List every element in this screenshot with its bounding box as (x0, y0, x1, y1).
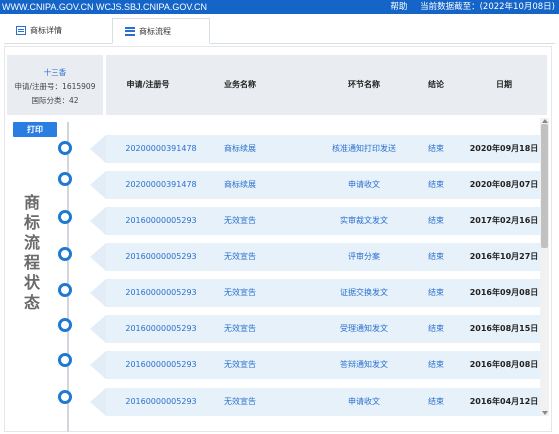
process-row: 20160000005293 无效宣告 证据交换发文 结束 2016年09月08… (0, 277, 540, 309)
row-business: 商标续展 (224, 180, 256, 189)
row-pointer (90, 388, 106, 416)
trademark-name: 十三香 (43, 68, 67, 77)
row-business: 无效宣告 (224, 216, 256, 225)
row-business: 无效宣告 (224, 288, 256, 297)
row-business: 商标续展 (224, 144, 256, 153)
process-card: 20200000391478 商标续展 申请收文 结束 2020年08月07日 (106, 171, 540, 199)
row-pointer (90, 279, 106, 307)
process-card: 20160000005293 无效宣告 证据交换发文 结束 2016年09月08… (106, 279, 540, 307)
row-pointer (90, 243, 106, 271)
row-pointer (90, 315, 106, 343)
scrollbar-thumb[interactable] (541, 124, 548, 248)
row-business: 无效宣告 (224, 397, 256, 406)
process-row: 20200000391478 商标续展 申请收文 结束 2020年08月07日 (0, 169, 540, 201)
header-date: 日期 (496, 80, 512, 89)
timeline-node (58, 318, 72, 332)
process-card: 20160000005293 无效宣告 受理通知发文 结束 2016年08月15… (106, 315, 540, 343)
process-row: 20160000005293 无效宣告 受理通知发文 结束 2016年08月15… (0, 313, 540, 345)
help-link[interactable]: 帮助 (390, 2, 407, 12)
process-card: 20160000005293 无效宣告 申请收文 结束 2016年04月12日 (106, 388, 540, 416)
trademark-summary: 十三香 申请/注册号：1615909 国际分类：42 (7, 55, 103, 115)
process-row: 20160000005293 无效宣告 实审裁文发文 结束 2017年02月16… (0, 205, 540, 237)
process-row: 20200000391478 商标续展 核准通知打印发送 结束 2020年09月… (0, 133, 540, 165)
timeline-node (58, 210, 72, 224)
timeline-node (58, 172, 72, 186)
timeline-node (58, 353, 72, 367)
row-pointer (90, 135, 106, 163)
tab-bar: 商标详情 商标流程 (4, 18, 555, 44)
process-card: 20160000005293 无效宣告 实审裁文发文 结束 2017年02月16… (106, 207, 540, 235)
list-icon (125, 26, 135, 36)
tab-trademark-details[interactable]: 商标详情 (4, 18, 109, 43)
header-business: 业务名称 (224, 80, 256, 89)
header-number: 申请/注册号 (126, 80, 170, 89)
reg-number: 申请/注册号：1615909 (14, 82, 96, 91)
row-pointer (90, 351, 106, 379)
row-pointer (90, 207, 106, 235)
scrollbar[interactable] (540, 118, 549, 416)
tab-label: 商标详情 (30, 26, 62, 35)
document-icon (16, 26, 26, 35)
site-url: WWW.CNIPA.GOV.CN WCJS.SBJ.CNIPA.GOV.CN (2, 2, 208, 12)
scroll-up-icon[interactable] (542, 119, 548, 123)
scroll-down-icon[interactable] (542, 411, 548, 415)
process-card: 20160000005293 无效宣告 评审分案 结束 2016年10月27日 (106, 243, 540, 271)
tab-label: 商标流程 (139, 26, 171, 36)
data-date-text: 当前数据截至：(2022年10月08日) (420, 2, 555, 12)
timeline-node (58, 283, 72, 297)
intl-class: 国际分类：42 (31, 96, 79, 105)
top-bar: WWW.CNIPA.GOV.CN WCJS.SBJ.CNIPA.GOV.CN 帮… (0, 0, 559, 14)
timeline-node (58, 247, 72, 261)
table-header: 申请/注册号 业务名称 环节名称 结论 日期 (106, 55, 547, 115)
row-pointer (90, 171, 106, 199)
row-business: 无效宣告 (224, 252, 256, 261)
timeline-node (58, 390, 72, 404)
process-row: 20160000005293 无效宣告 评审分案 结束 2016年10月27日 (0, 241, 540, 273)
timeline-node (58, 141, 72, 155)
row-business: 无效宣告 (224, 360, 256, 369)
process-row: 20160000005293 无效宣告 答辩通知发文 结束 2016年08月08… (0, 349, 540, 381)
row-business: 无效宣告 (224, 324, 256, 333)
process-row: 20160000005293 无效宣告 申请收文 结束 2016年04月12日 (0, 386, 540, 418)
tab-trademark-process[interactable]: 商标流程 (112, 18, 210, 44)
process-card: 20200000391478 商标续展 核准通知打印发送 结束 2020年09月… (106, 135, 540, 163)
process-card: 20160000005293 无效宣告 答辩通知发文 结束 2016年08月08… (106, 351, 540, 379)
